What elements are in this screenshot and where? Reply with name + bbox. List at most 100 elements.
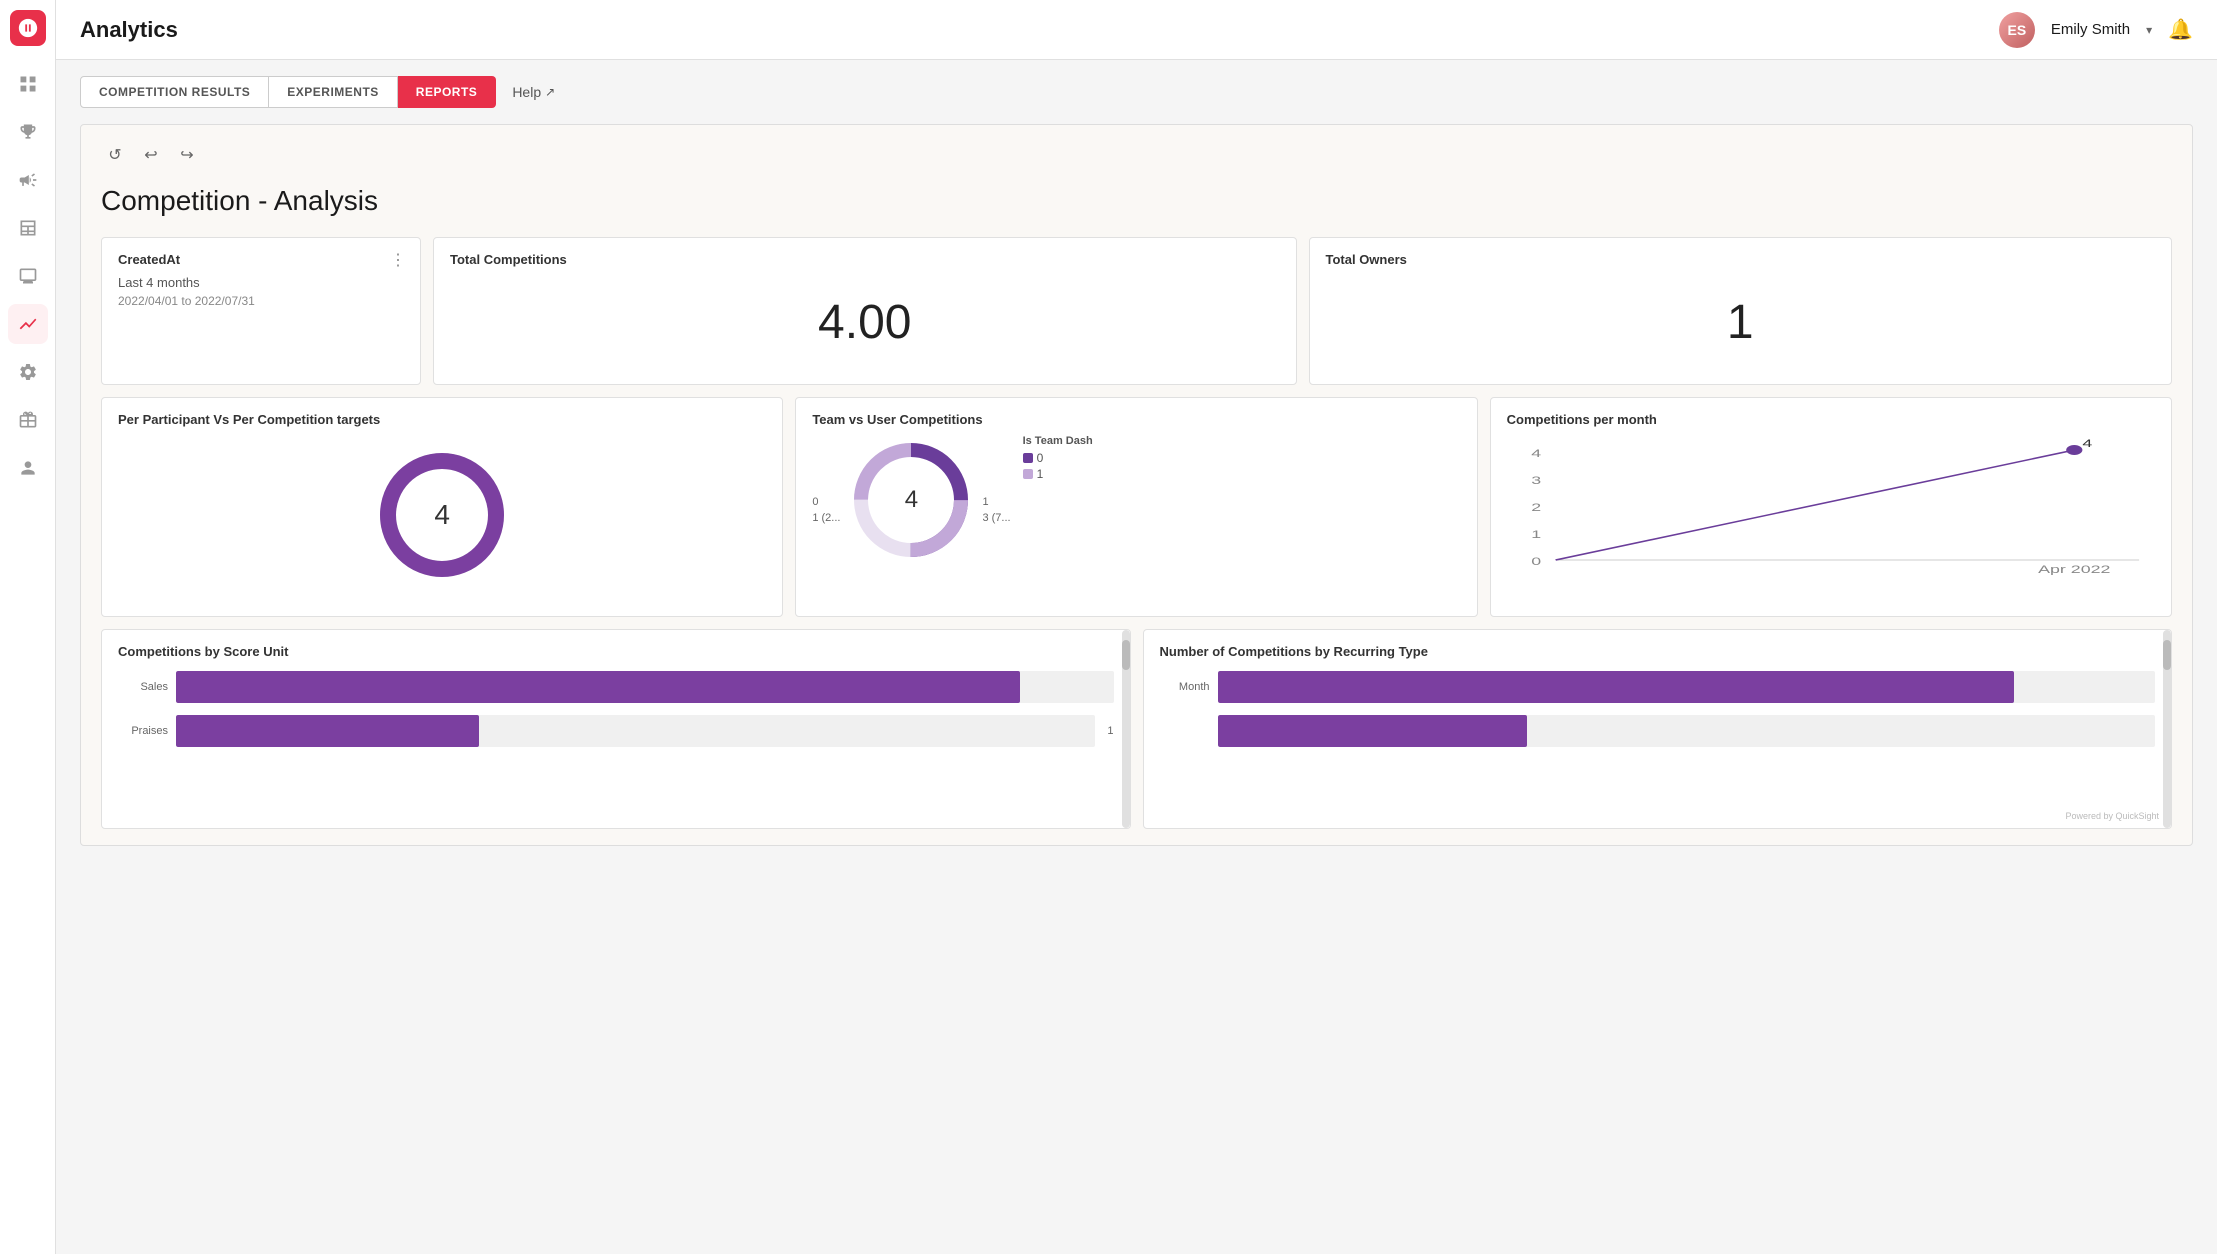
sidebar-item-gift[interactable] — [8, 400, 48, 440]
legend-label-0: 0 — [1037, 451, 1044, 465]
widgets-mid-row: Per Participant Vs Per Competition targe… — [101, 397, 2172, 617]
widgets-top-row: CreatedAt ⋮ Last 4 months 2022/04/01 to … — [101, 237, 2172, 385]
legend-title: Is Team Dash — [1023, 435, 1093, 447]
sidebar-item-chart[interactable] — [8, 304, 48, 344]
bar-row-sales: Sales — [118, 671, 1114, 703]
svg-text:3: 3 — [1531, 475, 1541, 487]
legend-item-1: 1 — [1023, 467, 1093, 481]
bar-row-recurring-2 — [1160, 715, 2156, 747]
bar-value-praises: 1 — [1107, 725, 1113, 737]
team-vs-user-container: 0 1 (2... — [812, 435, 1460, 565]
team-vs-user-value: 4 — [905, 486, 918, 514]
score-unit-scrollbar-thumb[interactable] — [1122, 640, 1130, 670]
donut-left-annotations: 0 1 (2... — [812, 496, 840, 524]
per-participant-widget: Per Participant Vs Per Competition targe… — [101, 397, 783, 617]
bar-fill-recurring-2 — [1218, 715, 1527, 747]
undo-button[interactable]: ↩ — [137, 141, 165, 169]
bar-fill-month — [1218, 671, 2015, 703]
header: Analytics ES Emily Smith ▾ 🔔 — [56, 0, 2217, 60]
external-link-icon: ↗ — [545, 85, 555, 99]
main-area: Analytics ES Emily Smith ▾ 🔔 COMPETITION… — [56, 0, 2217, 1254]
line-chart-area: 0 1 2 3 4 4 — [1507, 435, 2155, 575]
annotation-3: 3 (7... — [982, 512, 1010, 524]
svg-text:Apr 2022: Apr 2022 — [2038, 564, 2110, 575]
widgets-bottom-row: Competitions by Score Unit Sales Praises — [101, 629, 2172, 829]
legend-dot-0 — [1023, 453, 1033, 463]
team-vs-user-donut: 4 — [846, 435, 976, 565]
per-participant-chart: 4 — [118, 435, 766, 595]
team-vs-user-widget: Team vs User Competitions 0 1 (2... — [795, 397, 1477, 617]
sidebar-item-user[interactable] — [8, 448, 48, 488]
bar-track-praises — [176, 715, 1095, 747]
sidebar-item-megaphone[interactable] — [8, 160, 48, 200]
filter-date-range: 2022/04/01 to 2022/07/31 — [118, 294, 404, 308]
header-right: ES Emily Smith ▾ 🔔 — [1999, 12, 2193, 48]
competitions-per-month-widget: Competitions per month 0 1 2 3 4 — [1490, 397, 2172, 617]
by-score-unit-title: Competitions by Score Unit — [118, 644, 1114, 659]
svg-text:4: 4 — [2082, 438, 2092, 450]
sidebar-item-trophy[interactable] — [8, 112, 48, 152]
redo-button[interactable]: ↪ — [173, 141, 201, 169]
tab-experiments[interactable]: EXPERIMENTS — [269, 76, 398, 108]
sidebar — [0, 0, 56, 1254]
score-unit-scrollbar[interactable] — [1122, 630, 1130, 828]
team-vs-user-title: Team vs User Competitions — [812, 412, 1460, 427]
chevron-down-icon[interactable]: ▾ — [2146, 23, 2152, 37]
legend-container: Is Team Dash 0 1 — [1023, 435, 1093, 483]
bar-row-praises: Praises 1 — [118, 715, 1114, 747]
total-competitions-title: Total Competitions — [450, 252, 1280, 267]
competitions-per-month-title: Competitions per month — [1507, 412, 2155, 427]
sidebar-item-monitor[interactable] — [8, 256, 48, 296]
filter-label: Last 4 months — [118, 275, 404, 290]
content-area: COMPETITION RESULTS EXPERIMENTS REPORTS … — [56, 60, 2217, 1254]
avatar[interactable]: ES — [1999, 12, 2035, 48]
refresh-button[interactable]: ↺ — [101, 141, 129, 169]
app-logo[interactable] — [10, 10, 46, 46]
dashboard-panel: ↺ ↩ ↪ Competition - Analysis CreatedAt ⋮… — [80, 124, 2193, 846]
annotation-2: 1 — [982, 496, 1010, 508]
annotation-0: 0 — [812, 496, 840, 508]
donut-right-annotations: 1 3 (7... — [982, 496, 1010, 524]
notification-bell-icon[interactable]: 🔔 — [2168, 17, 2193, 42]
legend-label-1: 1 — [1037, 467, 1044, 481]
powered-by: Powered by QuickSight — [2065, 806, 2159, 824]
svg-text:4: 4 — [1531, 448, 1541, 460]
legend-item-0: 0 — [1023, 451, 1093, 465]
bar-fill-praises — [176, 715, 479, 747]
filter-widget-menu-button[interactable]: ⋮ — [386, 248, 410, 272]
help-link[interactable]: Help ↗ — [512, 84, 555, 100]
by-score-unit-chart: Sales Praises 1 — [118, 671, 1114, 747]
sidebar-item-table[interactable] — [8, 208, 48, 248]
svg-text:2: 2 — [1531, 502, 1541, 514]
total-owners-value: 1 — [1326, 275, 2156, 370]
sidebar-item-settings[interactable] — [8, 352, 48, 392]
total-competitions-value: 4.00 — [450, 275, 1280, 370]
tab-reports[interactable]: REPORTS — [398, 76, 497, 108]
filter-widget-title: CreatedAt — [118, 252, 404, 267]
per-participant-value: 4 — [434, 499, 450, 531]
bar-label-month: Month — [1160, 681, 1210, 693]
sidebar-item-grid[interactable] — [8, 64, 48, 104]
annotation-1: 1 (2... — [812, 512, 840, 524]
tabs-bar: COMPETITION RESULTS EXPERIMENTS REPORTS … — [80, 76, 2193, 108]
tab-competition-results[interactable]: COMPETITION RESULTS — [80, 76, 269, 108]
bar-track-recurring-2 — [1218, 715, 2156, 747]
by-recurring-type-widget: Number of Competitions by Recurring Type… — [1143, 629, 2173, 829]
total-owners-title: Total Owners — [1326, 252, 2156, 267]
bar-label-sales: Sales — [118, 681, 168, 693]
total-owners-widget: Total Owners 1 — [1309, 237, 2173, 385]
bar-row-month: Month — [1160, 671, 2156, 703]
by-recurring-type-chart: Month — [1160, 671, 2156, 747]
filter-widget: CreatedAt ⋮ Last 4 months 2022/04/01 to … — [101, 237, 421, 385]
svg-text:0: 0 — [1531, 556, 1541, 568]
bar-fill-sales — [176, 671, 1020, 703]
bar-track-month — [1218, 671, 2156, 703]
recurring-type-scrollbar-thumb[interactable] — [2163, 640, 2171, 670]
total-competitions-widget: Total Competitions 4.00 — [433, 237, 1297, 385]
by-score-unit-widget: Competitions by Score Unit Sales Praises — [101, 629, 1131, 829]
svg-text:1: 1 — [1531, 529, 1541, 541]
bar-track-sales — [176, 671, 1114, 703]
recurring-type-scrollbar[interactable] — [2163, 630, 2171, 828]
by-recurring-type-title: Number of Competitions by Recurring Type — [1160, 644, 2156, 659]
dashboard-title: Competition - Analysis — [101, 185, 2172, 217]
